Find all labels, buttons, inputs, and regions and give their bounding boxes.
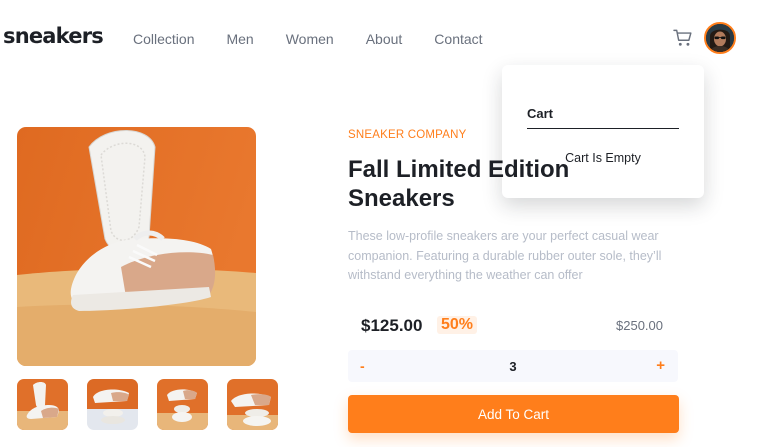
main-nav: Collection Men Women About Contact <box>133 31 515 47</box>
nav-men[interactable]: Men <box>226 31 253 47</box>
nav-collection[interactable]: Collection <box>133 31 194 47</box>
original-price: $250.00 <box>616 318 663 333</box>
thumbnail-1[interactable] <box>17 379 68 430</box>
user-avatar[interactable] <box>704 22 736 54</box>
nav-contact[interactable]: Contact <box>434 31 482 47</box>
product-main-image[interactable] <box>17 127 256 366</box>
nav-about[interactable]: About <box>366 31 403 47</box>
product-title: Fall Limited Edition Sneakers <box>348 156 570 212</box>
quantity-value: 3 <box>509 359 517 374</box>
increase-quantity-button[interactable]: + <box>656 357 665 374</box>
cart-icon[interactable] <box>673 29 693 47</box>
product-description: These low-profile sneakers are your perf… <box>348 229 662 282</box>
thumbnail-3[interactable] <box>157 379 208 430</box>
company-name: SNEAKER COMPANY <box>348 129 467 141</box>
decrease-quantity-button[interactable]: - <box>360 358 365 374</box>
discount-badge: 50% <box>437 316 478 334</box>
thumbnail-4[interactable] <box>227 379 278 430</box>
add-to-cart-button[interactable]: Add To Cart <box>348 395 679 433</box>
nav-women[interactable]: Women <box>286 31 334 47</box>
thumbnail-2[interactable] <box>87 379 138 430</box>
quantity-stepper: - 3 + <box>348 350 678 382</box>
brand-logo[interactable]: sneakers <box>3 24 104 48</box>
cart-divider <box>527 128 679 129</box>
cart-title: Cart <box>527 106 554 121</box>
current-price: $125.00 <box>361 316 423 335</box>
